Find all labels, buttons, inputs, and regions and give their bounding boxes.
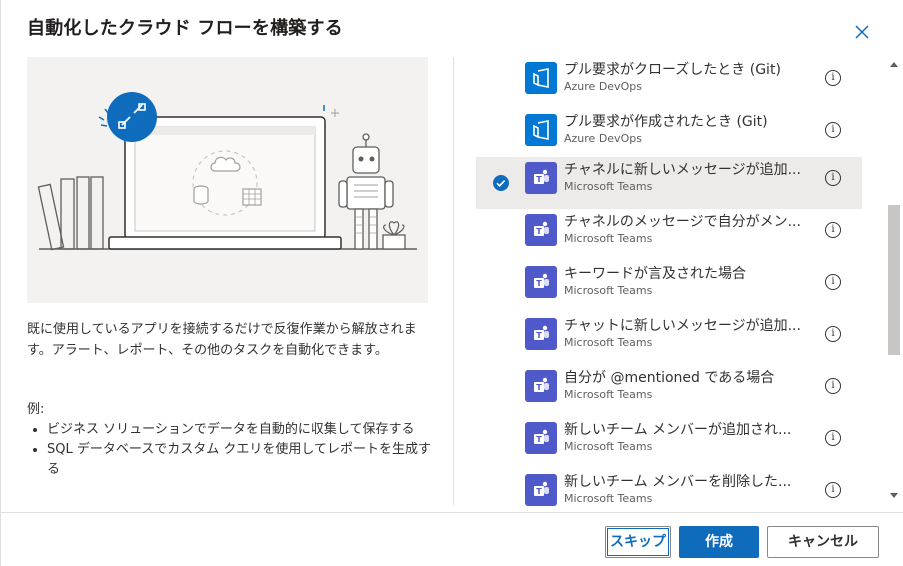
trigger-app: Azure DevOps	[564, 80, 642, 93]
svg-text:T: T	[536, 175, 542, 184]
trigger-app: Microsoft Teams	[564, 388, 653, 401]
info-icon[interactable]: i	[825, 122, 841, 138]
info-icon[interactable]: i	[825, 222, 841, 238]
cancel-button[interactable]: キャンセル	[767, 526, 879, 558]
examples-list: ビジネス ソリューションでデータを自動的に収集して保存する SQL データベース…	[27, 420, 432, 480]
trigger-row[interactable]: T 新しいチーム メンバーを削除した... Microsoft Teams i	[476, 469, 862, 507]
teams-icon: T	[525, 214, 557, 246]
info-icon[interactable]: i	[825, 70, 841, 86]
checkmark-icon	[493, 175, 509, 191]
teams-icon: T	[525, 422, 557, 454]
info-icon[interactable]: i	[825, 170, 841, 186]
trigger-title: 新しいチーム メンバーを削除した...	[564, 474, 792, 490]
info-icon[interactable]: i	[825, 326, 841, 342]
trigger-title: キーワードが言及された場合	[564, 266, 746, 282]
teams-icon: T	[525, 266, 557, 298]
teams-icon: T	[525, 318, 557, 350]
trigger-list-scrollbar[interactable]	[887, 57, 901, 505]
trigger-list: プル要求がクローズしたとき (Git) Azure DevOps i プル要求が…	[476, 57, 886, 507]
trigger-title: チャネルに新しいメッセージが追加...	[564, 162, 801, 178]
info-icon[interactable]: i	[825, 430, 841, 446]
automation-illustration	[27, 57, 428, 303]
flow-description: 既に使用しているアプリを接続するだけで反復作業から解放されます。アラート、レポー…	[27, 322, 417, 358]
teams-icon: T	[525, 162, 557, 194]
teams-icon: T	[525, 474, 557, 506]
trigger-row[interactable]: T 新しいチーム メンバーが追加され... Microsoft Teams i	[476, 417, 862, 469]
trigger-row[interactable]: T チャットに新しいメッセージが追加... Microsoft Teams i	[476, 313, 862, 365]
trigger-title: 自分が @mentioned である場合	[564, 370, 775, 386]
trigger-app: Microsoft Teams	[564, 492, 653, 505]
trigger-title: 新しいチーム メンバーが追加され...	[564, 422, 792, 438]
footer-divider	[0, 512, 903, 513]
trigger-app: Azure DevOps	[564, 132, 642, 145]
teams-icon: T	[525, 370, 557, 402]
svg-text:T: T	[536, 227, 542, 236]
trigger-title: チャネルのメッセージで自分がメン...	[564, 214, 801, 230]
svg-text:T: T	[536, 331, 542, 340]
svg-text:T: T	[536, 279, 542, 288]
info-icon[interactable]: i	[825, 378, 841, 394]
create-flow-dialog: 自動化したクラウド フローを構築する 既に使用しているアプリを接続するだけで反復…	[0, 0, 903, 566]
trigger-title: プル要求がクローズしたとき (Git)	[564, 62, 781, 78]
close-icon[interactable]	[850, 20, 874, 44]
trigger-app: Microsoft Teams	[564, 336, 653, 349]
scroll-down-arrow-icon[interactable]	[890, 493, 898, 498]
examples-label: 例:	[27, 402, 45, 417]
scrollbar-thumb[interactable]	[888, 205, 900, 355]
create-button[interactable]: 作成	[679, 526, 759, 558]
trigger-row[interactable]: プル要求がクローズしたとき (Git) Azure DevOps i	[476, 57, 862, 109]
example-item: ビジネス ソリューションでデータを自動的に収集して保存する	[47, 420, 432, 440]
example-item: SQL データベースでカスタム クエリを使用してレポートを生成する	[47, 440, 432, 480]
svg-text:T: T	[536, 383, 542, 392]
azure-devops-icon	[525, 62, 557, 94]
trigger-app: Microsoft Teams	[564, 232, 653, 245]
scroll-up-arrow-icon[interactable]	[890, 62, 898, 67]
azure-devops-icon	[525, 114, 557, 146]
panel-divider	[453, 57, 454, 505]
trigger-row[interactable]: プル要求が作成されたとき (Git) Azure DevOps i	[476, 109, 862, 161]
trigger-title: プル要求が作成されたとき (Git)	[564, 114, 768, 130]
svg-text:T: T	[536, 487, 542, 496]
info-icon[interactable]: i	[825, 274, 841, 290]
examples-section: 例: ビジネス ソリューションでデータを自動的に収集して保存する SQL データ…	[27, 400, 432, 480]
trigger-row[interactable]: T チャネルのメッセージで自分がメン... Microsoft Teams i	[476, 209, 862, 261]
skip-button[interactable]: スキップ	[605, 526, 671, 558]
trigger-title: チャットに新しいメッセージが追加...	[564, 318, 801, 334]
trigger-app: Microsoft Teams	[564, 180, 653, 193]
trigger-row[interactable]: T キーワードが言及された場合 Microsoft Teams i	[476, 261, 862, 313]
svg-text:T: T	[536, 435, 542, 444]
trigger-app: Microsoft Teams	[564, 284, 653, 297]
trigger-app: Microsoft Teams	[564, 440, 653, 453]
dialog-edge	[0, 0, 1, 566]
trigger-row[interactable]: T 自分が @mentioned である場合 Microsoft Teams i	[476, 365, 862, 417]
dialog-title: 自動化したクラウド フローを構築する	[27, 18, 343, 39]
trigger-row-selected[interactable]: T チャネルに新しいメッセージが追加... Microsoft Teams i	[476, 157, 862, 209]
info-icon[interactable]: i	[825, 482, 841, 498]
